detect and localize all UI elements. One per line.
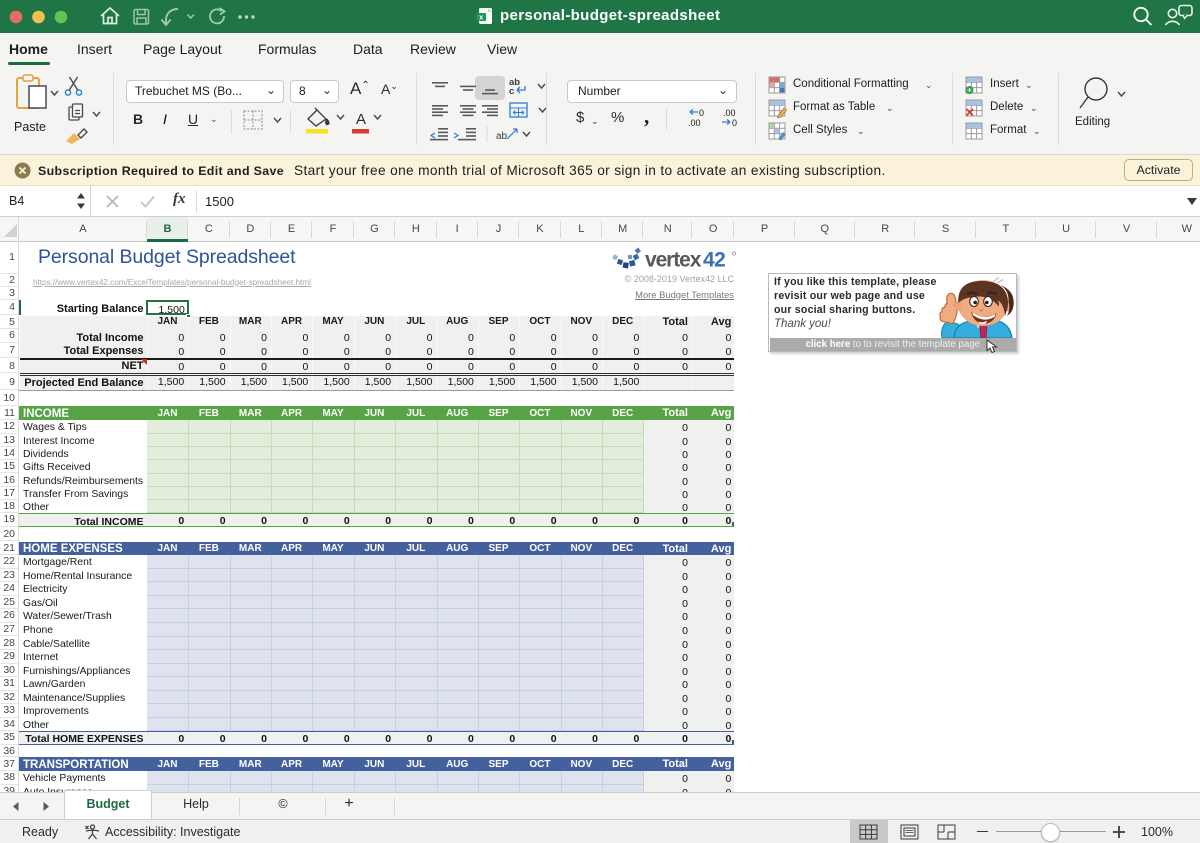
svg-text:0: 0 — [699, 108, 704, 118]
svg-text:42: 42 — [703, 248, 725, 271]
svg-text:0: 0 — [732, 118, 737, 128]
svg-text:c: c — [509, 86, 514, 97]
svg-text:ab: ab — [496, 131, 508, 142]
svg-text:vertex: vertex — [645, 248, 702, 271]
svg-text:.00: .00 — [723, 108, 736, 118]
svg-text:.00: .00 — [688, 118, 701, 128]
svg-text:A: A — [356, 111, 366, 128]
